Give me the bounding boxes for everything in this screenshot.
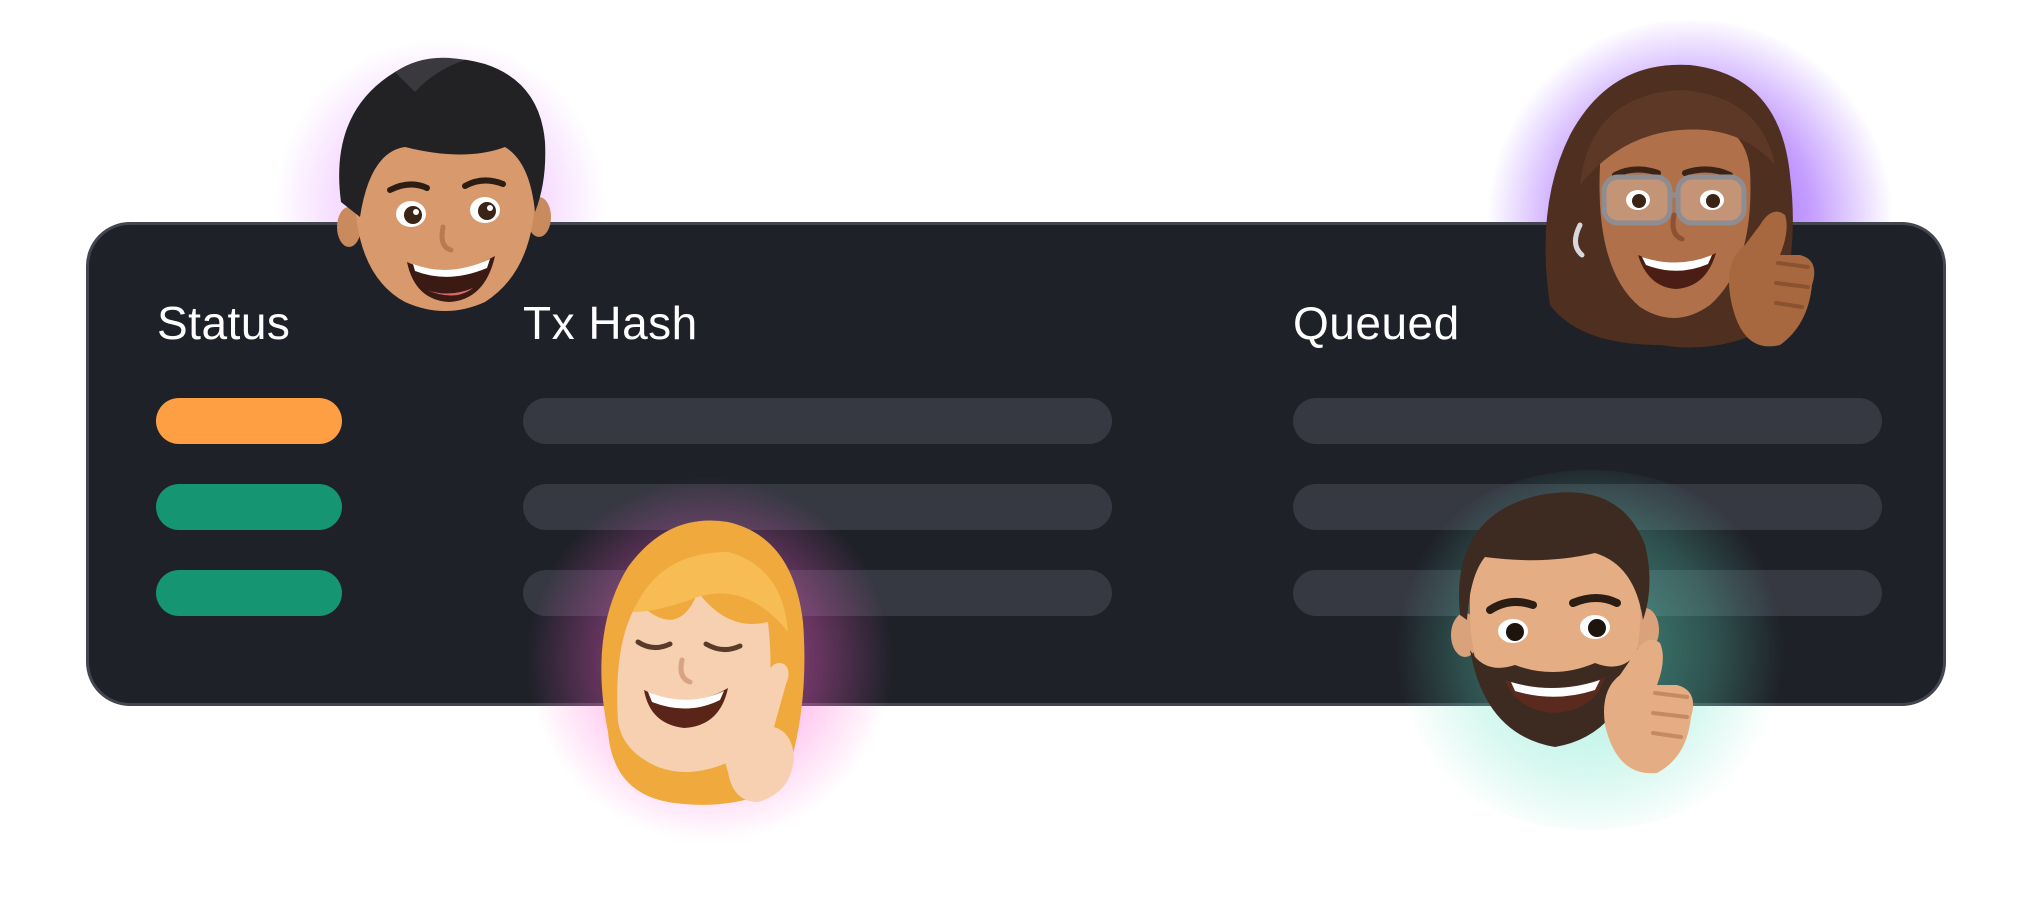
queued-column-header: Queued (1293, 297, 1460, 349)
tx-hash-placeholder (523, 398, 1112, 444)
status-column-header: Status (157, 297, 291, 349)
memoji-woman-blonde-peace-sign-icon (601, 520, 805, 805)
queued-placeholder (1293, 398, 1882, 444)
status-pill (156, 570, 342, 616)
memoji-man-beard-thumbs-up-icon (1451, 492, 1694, 774)
memoji-man-short-hair-icon (337, 57, 551, 311)
status-pill (156, 398, 342, 444)
status-pill (156, 484, 342, 530)
memoji-woman-glasses-thumbs-up-icon (1545, 64, 1815, 348)
